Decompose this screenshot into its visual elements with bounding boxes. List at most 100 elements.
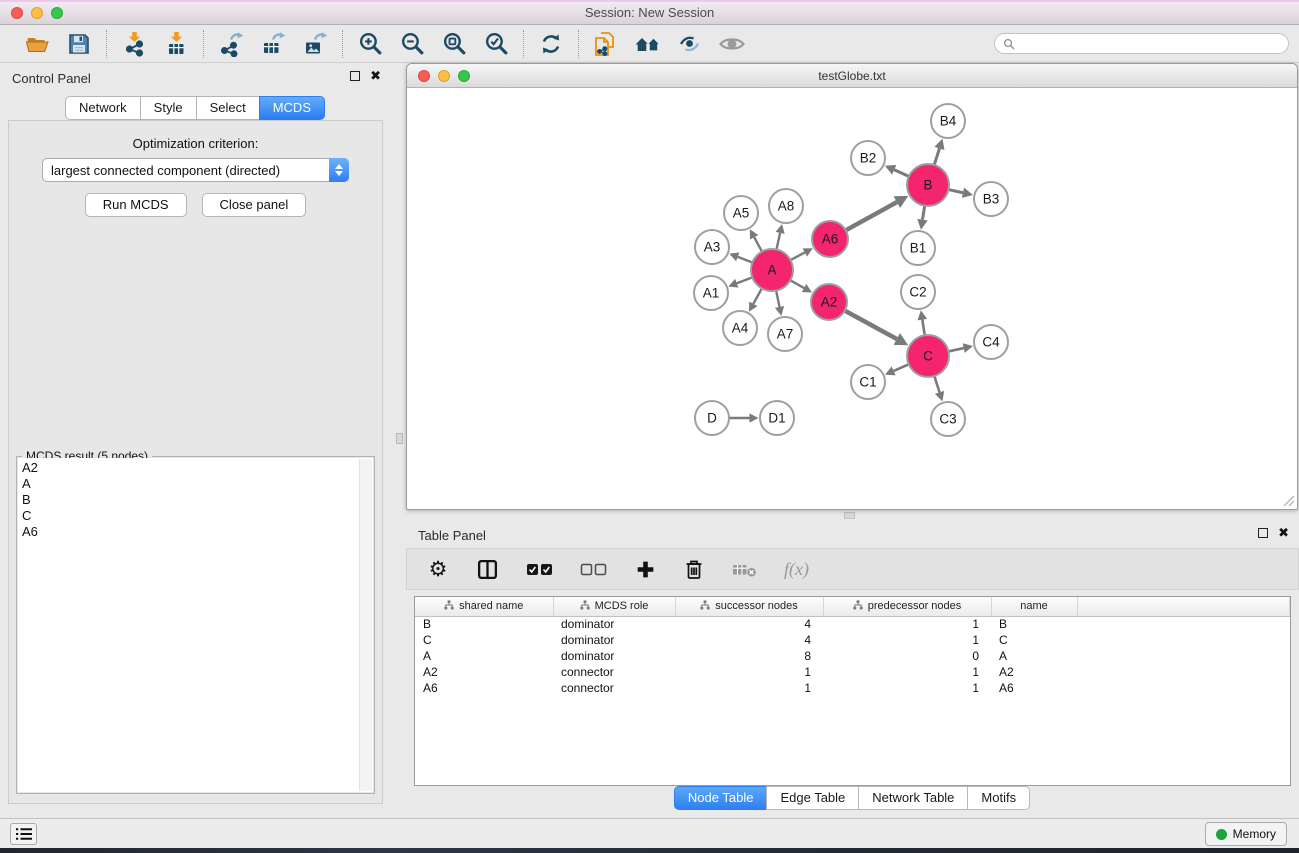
table-row[interactable]: Adominator80A [415, 648, 1290, 664]
table-cell[interactable]: A [415, 648, 553, 664]
table-cell[interactable]: 8 [675, 648, 823, 664]
first-neighbors-button[interactable] [631, 29, 665, 59]
column-header-successor-nodes[interactable]: successor nodes [675, 597, 823, 616]
table-row[interactable]: Cdominator41C [415, 632, 1290, 648]
memory-button[interactable]: Memory [1205, 822, 1287, 846]
mcds-result-item[interactable]: B [22, 492, 373, 508]
tab-style[interactable]: Style [140, 96, 197, 120]
graph-edge-A-A3[interactable] [738, 257, 753, 263]
column-header-MCDS-role[interactable]: MCDS role [553, 597, 675, 616]
split-divider-handle[interactable] [396, 433, 403, 444]
graph-edge-A-A7[interactable] [776, 291, 779, 307]
task-history-button[interactable] [10, 823, 37, 845]
resize-grip-icon[interactable] [1283, 495, 1295, 507]
graph-edge-B-B4[interactable] [934, 148, 939, 165]
refresh-button[interactable] [534, 29, 568, 59]
mcds-result-item[interactable]: C [22, 508, 373, 524]
clone-network-button[interactable] [589, 29, 623, 59]
graph-edge-A-A6[interactable] [791, 252, 805, 260]
optimization-criterion-select[interactable]: largest connected component (directed) [42, 158, 349, 182]
table-cell[interactable]: 4 [675, 632, 823, 648]
table-cell[interactable]: connector [553, 664, 675, 680]
split-divider-handle[interactable] [844, 512, 855, 519]
table-cell[interactable]: dominator [553, 632, 675, 648]
close-panel-icon[interactable]: ✖ [370, 71, 381, 81]
table-cell[interactable] [1077, 664, 1290, 680]
table-cell[interactable]: A [991, 648, 1077, 664]
search-field[interactable] [994, 33, 1289, 54]
table-settings-button[interactable]: ⚙ [427, 556, 449, 582]
table-cell[interactable]: 4 [675, 616, 823, 632]
tab-mcds[interactable]: MCDS [259, 96, 325, 120]
tab-network-table[interactable]: Network Table [858, 786, 968, 810]
network-canvas[interactable]: B4B2BB3A8A5A6A3B1AA1C2A2A4A7C4CC1C3DD1 [407, 89, 1297, 509]
table-cell[interactable] [1077, 648, 1290, 664]
table-cell[interactable]: dominator [553, 648, 675, 664]
delete-table-button[interactable] [732, 556, 757, 582]
zoom-out-button[interactable] [395, 29, 429, 59]
zoom-fit-button[interactable] [437, 29, 471, 59]
table-cell[interactable] [1077, 680, 1290, 696]
table-cell[interactable]: C [991, 632, 1077, 648]
column-header-name[interactable]: name [991, 597, 1077, 616]
graph-edge-A-A4[interactable] [753, 288, 762, 303]
function-builder-button[interactable]: f(x) [784, 556, 809, 582]
node-table[interactable]: shared nameMCDS rolesuccessor nodesprede… [415, 597, 1290, 696]
close-table-panel-icon[interactable]: ✖ [1278, 528, 1289, 538]
graph-edge-B-B1[interactable] [922, 206, 924, 220]
graph-edge-A-A8[interactable] [776, 233, 780, 250]
table-cell[interactable]: C [415, 632, 553, 648]
graph-edge-C-C4[interactable] [948, 348, 963, 351]
hide-graphics-details-button[interactable] [715, 29, 749, 59]
mcds-result-item[interactable]: A [22, 476, 373, 492]
table-cell[interactable]: A2 [991, 664, 1077, 680]
import-network-button[interactable] [117, 29, 151, 59]
tab-node-table[interactable]: Node Table [674, 786, 768, 810]
table-cell[interactable]: A6 [415, 680, 553, 696]
close-panel-button[interactable]: Close panel [202, 193, 307, 217]
tab-network[interactable]: Network [65, 96, 141, 120]
save-session-button[interactable] [62, 29, 96, 59]
table-cell[interactable] [1077, 616, 1290, 632]
graph-edge-B-B2[interactable] [894, 170, 909, 177]
tab-edge-table[interactable]: Edge Table [766, 786, 859, 810]
graph-edge-A-A2[interactable] [790, 280, 804, 288]
tab-select[interactable]: Select [196, 96, 260, 120]
table-cell[interactable]: 1 [675, 680, 823, 696]
table-cell[interactable]: 1 [823, 632, 991, 648]
export-image-button[interactable] [298, 29, 332, 59]
table-cell[interactable]: 1 [823, 616, 991, 632]
column-header-predecessor-nodes[interactable]: predecessor nodes [823, 597, 991, 616]
table-cell[interactable]: 1 [823, 680, 991, 696]
table-cell[interactable] [1077, 632, 1290, 648]
table-cell[interactable]: B [415, 616, 553, 632]
graph-edge-C-C1[interactable] [894, 364, 909, 371]
float-table-panel-icon[interactable] [1258, 528, 1268, 538]
table-cell[interactable]: dominator [553, 616, 675, 632]
graph-edge-A-A1[interactable] [737, 277, 753, 283]
table-cell[interactable]: A2 [415, 664, 553, 680]
zoom-selected-button[interactable] [479, 29, 513, 59]
import-table-button[interactable] [159, 29, 193, 59]
table-row[interactable]: A6connector11A6 [415, 680, 1290, 696]
run-mcds-button[interactable]: Run MCDS [85, 193, 187, 217]
mcds-result-item[interactable]: A2 [22, 460, 373, 476]
mcds-result-item[interactable]: A6 [22, 524, 373, 540]
network-graph[interactable]: B4B2BB3A8A5A6A3B1AA1C2A2A4A7C4CC1C3DD1 [407, 89, 1297, 509]
graph-edge-A6-B[interactable] [846, 202, 897, 230]
show-graphics-details-button[interactable] [673, 29, 707, 59]
graph-edge-C-C2[interactable] [922, 320, 924, 336]
mcds-result-list[interactable]: A2ABCA6 [18, 458, 373, 792]
delete-column-button[interactable] [683, 556, 705, 582]
graph-edge-B-B3[interactable] [948, 190, 962, 193]
table-cell[interactable]: 1 [675, 664, 823, 680]
table-cell[interactable]: 0 [823, 648, 991, 664]
table-cell[interactable]: connector [553, 680, 675, 696]
create-column-button[interactable] [634, 556, 656, 582]
list-scrollbar[interactable] [359, 459, 372, 791]
graph-edge-C-C3[interactable] [934, 376, 939, 392]
table-cell[interactable]: 1 [823, 664, 991, 680]
select-all-button[interactable] [526, 556, 553, 582]
table-cell[interactable]: B [991, 616, 1077, 632]
deselect-all-button[interactable] [580, 556, 607, 582]
